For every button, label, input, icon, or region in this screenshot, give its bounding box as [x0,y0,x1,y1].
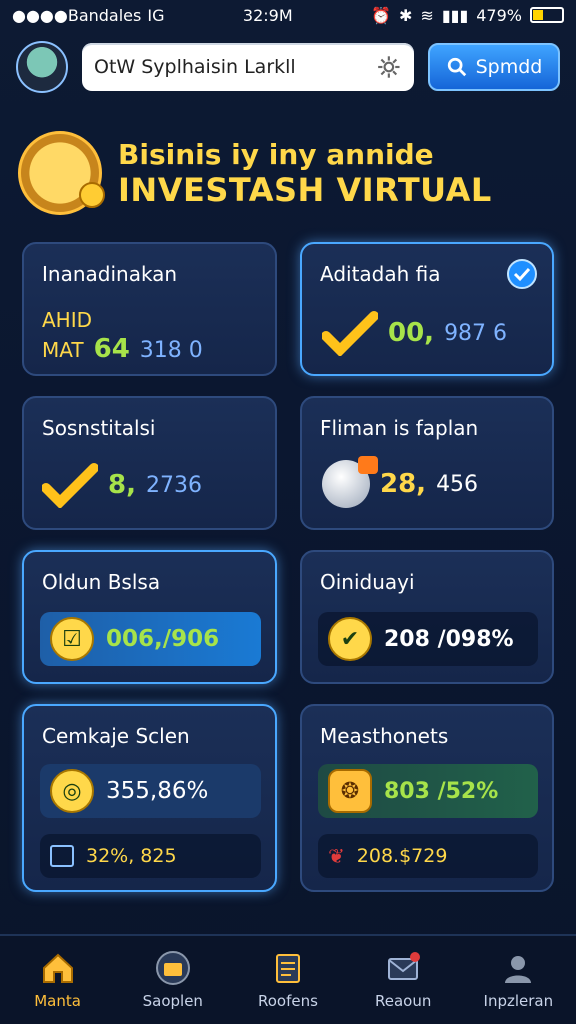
nav-label: Reaoun [374,992,432,1010]
status-bar: ●●●●Bandales IG 32:9M ⏰ ✱ ≋ ▮▮▮ 479% [0,0,576,30]
card-sosnstitalsi[interactable]: Sosnstitalsi 8, 2736 [22,396,277,530]
card-value-secondary: 32%, 825 [86,845,177,867]
bluetooth-icon: ✱ [399,5,413,25]
nav-item-manta[interactable]: Manta [10,950,106,1010]
card-value-secondary: 987 6 [444,320,508,346]
search-button[interactable]: Spmdd [428,43,560,91]
card-title: Fliman is faplan [320,416,479,440]
ball-icon [322,456,378,508]
home-icon [42,953,73,983]
card-value-secondary: 456 [436,471,479,497]
value-pill: ❂ 803 /52% [318,764,538,818]
gear-icon[interactable] [376,53,402,81]
wifi-icon: ≋ [420,5,434,25]
carrier-label: ●●●●Bandales [12,5,142,25]
avatar[interactable] [16,41,68,93]
card-title: Sosnstitalsi [42,416,156,440]
card-value: 8, [108,470,136,500]
nav-item-roofens[interactable]: Roofens [240,950,336,1010]
checkmark-icon [42,463,98,508]
card-inanadinakan[interactable]: Inanadinakan AHID MAT 64 318 0 [22,242,277,376]
secondary-pill: 32%, 825 [40,834,261,878]
mascot-badge [18,131,105,215]
checkmark-icon [322,311,378,356]
leaf-icon: ❦ [328,844,345,868]
nav-label: Roofens [258,992,318,1010]
card-value: 803 /52% [384,778,499,804]
bottom-nav: Manta Saoplen Roofens Reaoun Inpzleran [0,934,576,1024]
nav-item-saoplen[interactable]: Saoplen [125,950,221,1010]
tag-icon [358,456,378,474]
nav-label: Manta [34,992,81,1010]
card-measthonets[interactable]: Measthonets ❂ 803 /52% ❦ 208.$729 [300,704,554,892]
card-value-secondary: 318 0 [139,338,203,363]
card-fliman[interactable]: Fliman is faplan 28, 456 [300,396,554,530]
value-pill: ◎ 355,86% [40,764,261,818]
money-bag-icon: ❂ [328,769,372,813]
nav-item-reaoun[interactable]: Reaoun [355,950,451,1010]
hero-subtitle: INVESTASH VIRTUAL [118,170,492,209]
card-title: Oldun Bslsa [42,570,161,594]
status-time: 32:9M [242,5,293,25]
coin-icon: ◎ [50,769,94,813]
check-box-icon: ☑ [50,617,94,661]
card-value-secondary: 208.$729 [356,845,448,867]
card-title: Measthonets [320,724,449,748]
search-input[interactable] [94,56,377,78]
card-value: 006,/906 [106,626,220,652]
alarm-icon: ⏰ [371,5,392,25]
card-value: 00, [388,318,435,348]
network-label: IG [147,5,165,25]
card-value-secondary: 2736 [145,472,202,498]
hero-banner: Bisinis iy iny annide INVESTASH VIRTUAL [18,128,558,218]
nav-label: Saoplen [142,992,203,1010]
signal-icon: ▮▮▮ [441,5,469,25]
secondary-pill: ❦ 208.$729 [318,834,538,878]
card-title: Oiniduayi [320,570,415,594]
coin-icon [79,182,105,208]
card-value: 28, [380,469,427,499]
nav-label: Inpzleran [483,992,554,1010]
search-field[interactable] [82,43,414,91]
card-value: 64 [93,334,130,364]
hero-title: Bisinis iy iny annide [118,137,434,171]
card-cemkaje-sclen[interactable]: Cemkaje Sclen ◎ 355,86% 32%, 825 [22,704,277,892]
check-circle-icon: ✔ [328,617,372,661]
document-icon [50,845,74,867]
card-oiniduayi[interactable]: Oiniduayi ✔ 208 /098% [300,550,554,684]
battery-icon [530,7,564,23]
search-icon [447,57,466,77]
briefcase-icon [155,951,190,985]
verified-check-icon [507,259,537,289]
document-icon [275,954,300,983]
card-value: 355,86% [106,778,209,804]
card-aditadah[interactable]: Aditadah fia 00, 987 6 [300,242,554,376]
profile-icon [505,956,532,983]
search-button-label: Spmdd [475,56,543,78]
card-title: Cemkaje Sclen [42,724,190,748]
mail-icon [388,952,421,980]
card-oldun-bslsa[interactable]: Oldun Bslsa ☑ 006,/906 [22,550,277,684]
card-title: Aditadah fia [320,262,441,286]
header: Spmdd [16,38,560,96]
value-pill: ✔ 208 /098% [318,612,538,666]
card-value: 208 /098% [384,626,514,652]
card-title: Inanadinakan [42,262,178,286]
battery-percent: 479% [476,5,522,25]
card-sub-label: AHID [42,308,93,332]
value-pill: ☑ 006,/906 [40,612,261,666]
card-sub-label: MAT [42,338,84,362]
nav-item-inpzleran[interactable]: Inpzleran [470,950,566,1010]
